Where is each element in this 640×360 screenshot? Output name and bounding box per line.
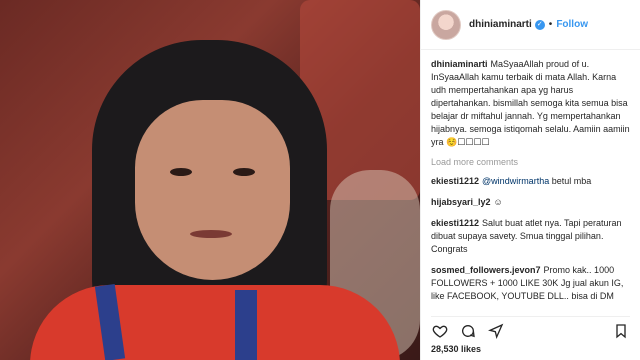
post-photo[interactable] <box>0 0 420 360</box>
post-side-panel: dhiniaminarti ✓ • Follow dhiniaminarti Ma… <box>420 0 640 360</box>
photo-face <box>135 100 290 280</box>
post-actions-bar <box>431 316 630 340</box>
comment-icon[interactable] <box>459 322 477 340</box>
verified-badge-icon: ✓ <box>534 19 545 30</box>
post-header: dhiniaminarti ✓ • Follow <box>421 0 640 50</box>
caption-text: MaSyaaAllah proud of u. InSyaaAllah kamu… <box>431 59 630 147</box>
comment-mention[interactable]: @windwirmartha <box>482 176 549 186</box>
avatar[interactable] <box>431 9 461 40</box>
likes-count[interactable]: 28,530 likes <box>431 344 481 354</box>
comment-text: betul mba <box>549 176 592 186</box>
comment-username[interactable]: ekiesti1212 <box>431 176 479 186</box>
bookmark-icon[interactable] <box>612 322 630 340</box>
comment-username[interactable]: sosmed_followers.jevon7 <box>431 265 541 275</box>
heart-icon[interactable] <box>431 322 449 340</box>
comment-item: ekiesti1212 Salut buat atlet nya. Tapi pe… <box>431 217 630 256</box>
caption-username[interactable]: dhiniaminarti <box>431 59 488 69</box>
photo-mouth <box>190 230 232 238</box>
photo-eye <box>170 168 192 176</box>
photo-eye <box>233 168 255 176</box>
comments-list: dhiniaminarti MaSyaaAllah proud of u. InS… <box>421 50 640 302</box>
comment-item: ekiesti1212 @windwirmartha betul mba <box>431 175 630 188</box>
post-caption: dhiniaminarti MaSyaaAllah proud of u. InS… <box>431 58 630 149</box>
load-more-comments-link[interactable]: Load more comments <box>431 157 630 167</box>
comment-text: ☺ <box>493 197 503 207</box>
share-icon[interactable] <box>487 322 505 340</box>
comment-username[interactable]: hijabsyari_ly2 <box>431 197 491 207</box>
comment-username[interactable]: ekiesti1212 <box>431 218 479 228</box>
comment-item: sosmed_followers.jevon7 Promo kak.. 1000 … <box>431 264 630 302</box>
separator-dot: • <box>548 19 553 30</box>
header-username[interactable]: dhiniaminarti <box>469 19 532 30</box>
follow-button[interactable]: Follow <box>556 19 588 30</box>
photo-jacket <box>30 285 400 360</box>
comment-item: hijabsyari_ly2 ☺ <box>431 196 630 209</box>
photo-lanyard <box>235 290 257 360</box>
